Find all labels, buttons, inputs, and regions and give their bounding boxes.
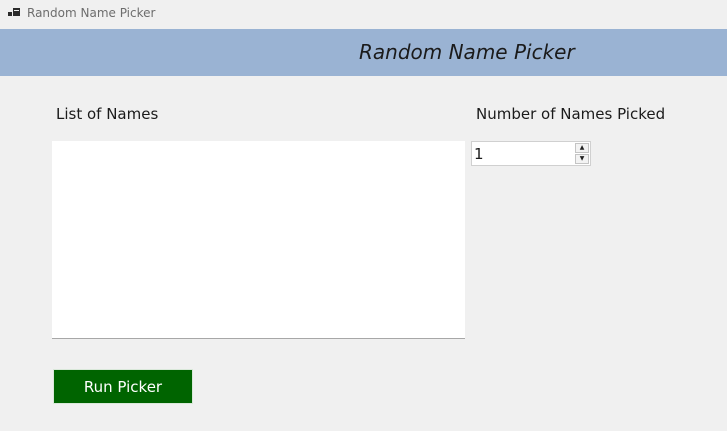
decrement-arrow-icon[interactable]: ▼ bbox=[575, 154, 589, 164]
window-title: Random Name Picker bbox=[27, 6, 156, 20]
page-title: Random Name Picker bbox=[359, 40, 575, 64]
title-bar: Random Name Picker bbox=[0, 0, 727, 28]
increment-arrow-icon[interactable]: ▲ bbox=[575, 143, 589, 153]
names-list-label: List of Names bbox=[56, 105, 159, 123]
header-banner: Random Name Picker bbox=[0, 29, 727, 76]
run-picker-button[interactable]: Run Picker bbox=[53, 369, 193, 404]
app-window-icon bbox=[8, 8, 20, 19]
names-picked-value[interactable]: 1 bbox=[474, 145, 484, 163]
names-list-input[interactable] bbox=[52, 141, 465, 339]
names-picked-label: Number of Names Picked bbox=[476, 105, 666, 123]
names-picked-stepper[interactable]: 1 ▲ ▼ bbox=[471, 141, 591, 166]
